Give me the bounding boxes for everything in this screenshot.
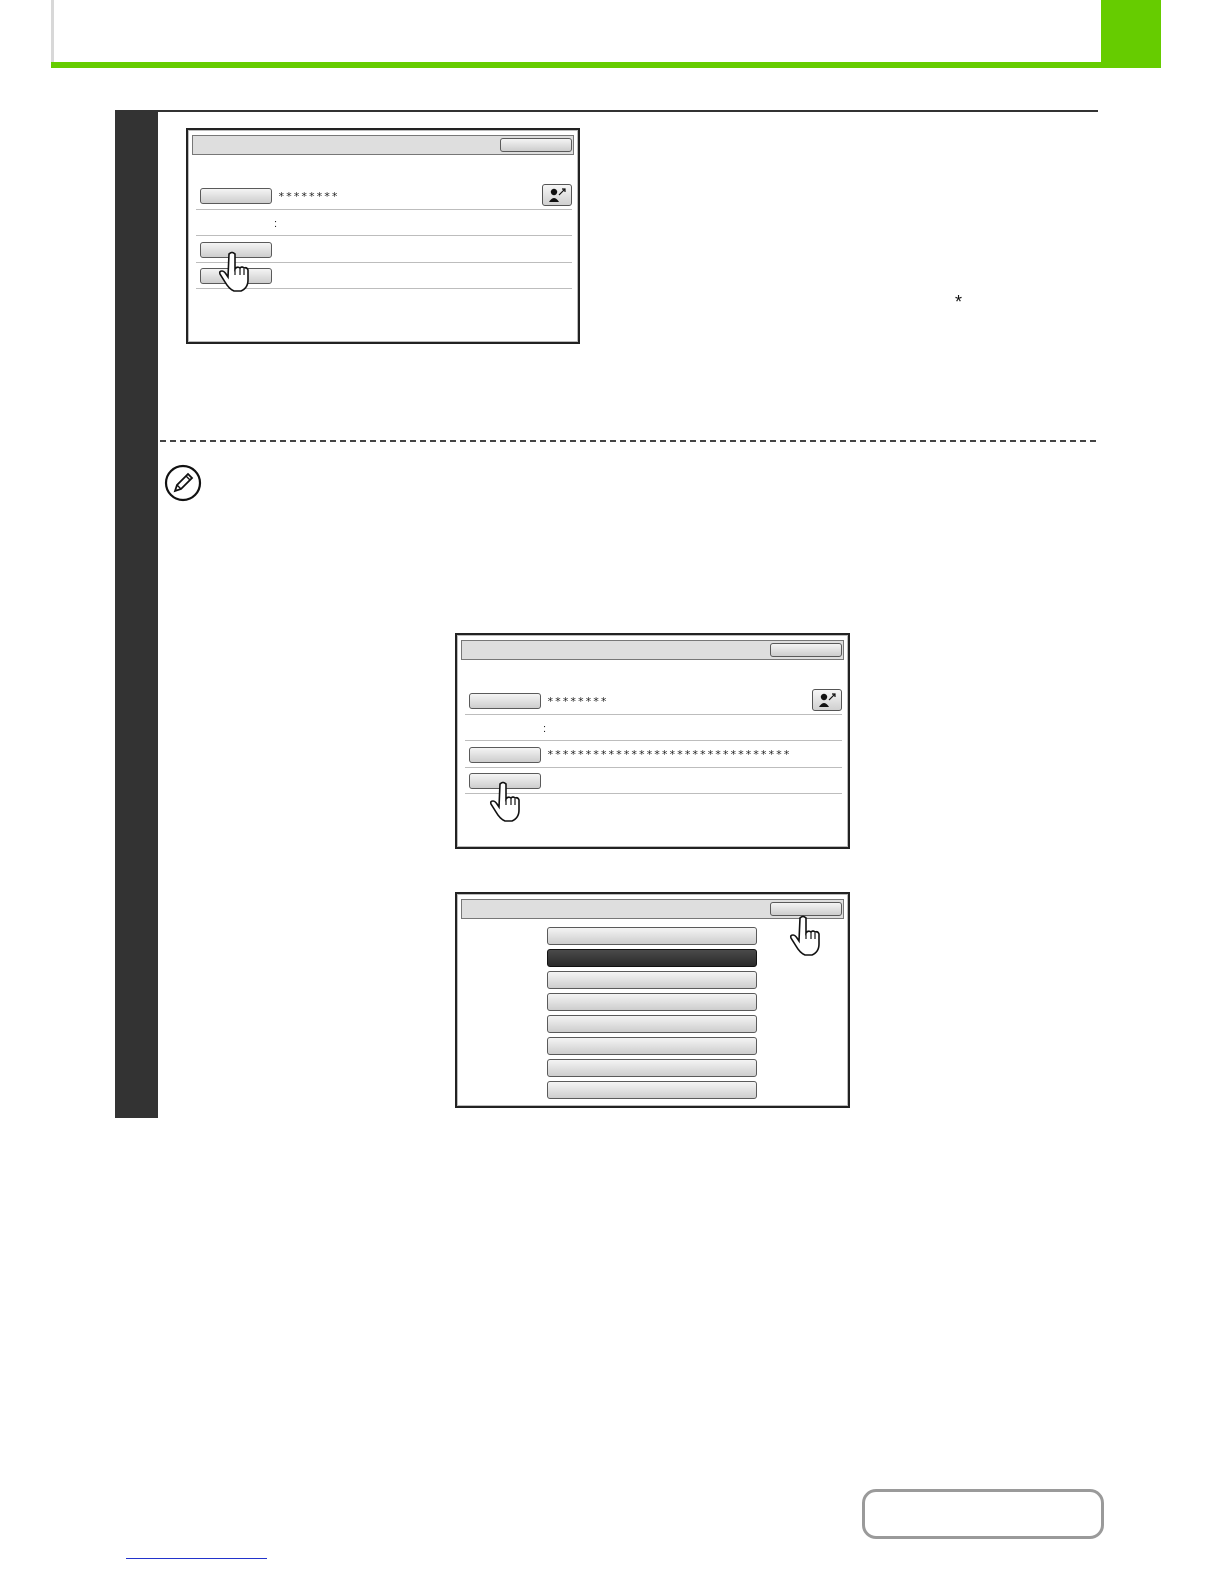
address-book-icon[interactable] — [812, 689, 842, 711]
field-key-button[interactable] — [469, 747, 541, 763]
row-divider — [196, 209, 572, 210]
screen-illustration-1: ******** : — [186, 128, 580, 344]
screen-illustration-2: ******** : *****************************… — [455, 633, 850, 849]
step-sidebar — [115, 110, 158, 1118]
note-separator — [160, 440, 1096, 442]
row-divider — [465, 714, 842, 715]
row-separator: : — [543, 723, 547, 735]
masked-value: ******** — [547, 695, 608, 708]
field-key-button[interactable] — [200, 188, 272, 204]
list-option-button[interactable] — [547, 1015, 757, 1033]
list-option-button[interactable] — [547, 927, 757, 945]
header-left-border — [51, 0, 54, 66]
row-divider — [196, 235, 572, 236]
address-book-icon[interactable] — [542, 184, 572, 206]
list-option-button[interactable] — [547, 971, 757, 989]
row-divider — [465, 767, 842, 768]
contents-button[interactable] — [862, 1489, 1104, 1539]
row-separator: : — [274, 218, 278, 230]
chapter-tab[interactable] — [1101, 0, 1161, 68]
list-option-button[interactable] — [547, 1037, 757, 1055]
header-green-rule — [51, 62, 1161, 68]
list-option-button[interactable] — [547, 1081, 757, 1099]
masked-long-value: ******************************** — [547, 748, 791, 761]
field-key-button[interactable] — [469, 693, 541, 709]
list-option-button[interactable] — [547, 993, 757, 1011]
masked-value: ******** — [278, 190, 339, 203]
list-option-button[interactable] — [547, 1059, 757, 1077]
ok-button[interactable] — [770, 643, 842, 657]
pointing-hand-icon — [489, 781, 520, 822]
screen-illustration-3 — [455, 892, 850, 1108]
ok-button[interactable] — [500, 138, 572, 152]
footer-link-underline[interactable] — [126, 1558, 267, 1559]
pencil-note-icon — [164, 464, 202, 502]
step-top-rule — [158, 110, 1098, 112]
list-option-button-selected[interactable] — [547, 949, 757, 967]
row-divider — [465, 740, 842, 741]
pointing-hand-icon — [218, 251, 249, 292]
asterisk-marker: * — [955, 292, 963, 312]
pointing-hand-icon — [789, 915, 820, 956]
